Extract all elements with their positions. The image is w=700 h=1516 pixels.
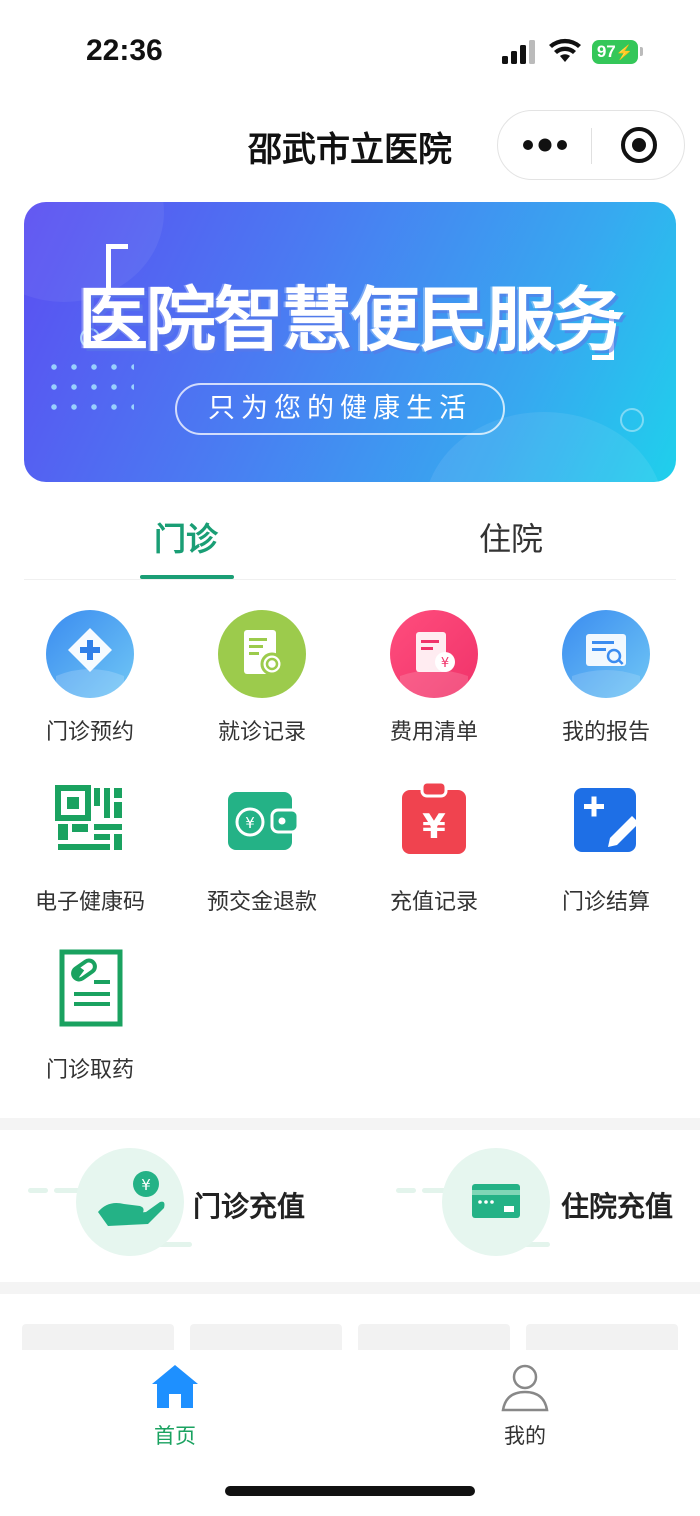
service-prepay-refund[interactable]: ¥ 预交金退款 (176, 780, 348, 930)
report-icon (562, 610, 650, 698)
service-label: 门诊取药 (45, 1058, 134, 1083)
wifi-icon (549, 38, 581, 62)
more-icon[interactable] (498, 111, 592, 179)
mini-program-capsule (497, 110, 685, 180)
service-label: 电子健康码 (34, 890, 145, 915)
tab-indicator (140, 575, 234, 579)
battery-level: 97 (596, 42, 616, 61)
inpatient-recharge-label: 住院充值 (561, 1190, 674, 1223)
tab-outpatient[interactable]: 门诊 (154, 514, 218, 560)
battery-tip (640, 47, 643, 56)
settlement-icon (574, 788, 639, 852)
section-divider (0, 1118, 700, 1130)
outpatient-recharge-label: 门诊充值 (193, 1190, 306, 1223)
service-label: 门诊结算 (561, 890, 650, 915)
inpatient-recharge-card[interactable]: 住院充值 (350, 1140, 700, 1268)
card-icon (396, 1148, 550, 1256)
close-target-icon[interactable] (592, 111, 686, 179)
wallet-icon: ¥ (228, 792, 300, 850)
service-label: 就诊记录 (217, 720, 306, 745)
charging-bolt-icon: ⚡ (615, 44, 634, 60)
outpatient-recharge-card[interactable]: ¥ 门诊充值 (0, 1140, 350, 1268)
service-report[interactable]: 我的报告 (520, 610, 692, 760)
banner-dots (44, 357, 134, 417)
svg-text:¥: ¥ (422, 807, 446, 847)
bill-icon: ¥ (390, 610, 478, 698)
hand-coin-icon: ¥ (28, 1148, 192, 1256)
home-indicator (225, 1486, 475, 1496)
service-bill[interactable]: ¥ 费用清单 (348, 610, 520, 760)
banner-subtitle: 只为您的健康生活 (175, 383, 505, 435)
section-divider (0, 1282, 700, 1294)
user-icon (501, 1364, 549, 1412)
nav-bar: 邵武市立医院 (0, 100, 700, 190)
service-medicine[interactable]: 门诊取药 (4, 948, 176, 1098)
tabbar-label-mine: 我的 (504, 1424, 546, 1448)
service-visit-record[interactable]: 就诊记录 (176, 610, 348, 760)
service-label: 门诊预约 (45, 720, 134, 745)
recharge-record-icon: ¥ (402, 780, 466, 854)
tabbar-item-home[interactable]: 首页 (105, 1362, 245, 1452)
qr-code-icon (55, 785, 122, 850)
service-settlement[interactable]: 门诊结算 (520, 780, 692, 930)
tabbar-label-home: 首页 (154, 1424, 196, 1448)
promo-banner[interactable]: 医院智慧便民服务 只为您的健康生活 (24, 202, 676, 482)
status-bar: 22:36 97⚡ (0, 0, 700, 100)
battery-indicator: 97⚡ (592, 40, 638, 64)
tabbar-item-mine[interactable]: 我的 (455, 1362, 595, 1452)
home-icon (152, 1365, 198, 1408)
signal-icon (502, 40, 535, 64)
service-health-code[interactable]: 电子健康码 (4, 780, 176, 930)
visit-record-icon (218, 610, 306, 698)
svg-text:¥: ¥ (141, 1176, 151, 1194)
appointment-icon (46, 610, 134, 698)
tab-inpatient[interactable]: 住院 (479, 514, 543, 560)
status-time: 22:36 (86, 34, 163, 67)
service-label: 预交金退款 (206, 890, 317, 915)
svg-text:¥: ¥ (245, 814, 255, 832)
svg-text:¥: ¥ (441, 656, 449, 671)
service-label: 我的报告 (561, 720, 650, 745)
service-label: 费用清单 (389, 720, 478, 745)
banner-decoration (620, 408, 644, 432)
service-recharge-record[interactable]: ¥ 充值记录 (348, 780, 520, 930)
service-appointment[interactable]: 门诊预约 (4, 610, 176, 760)
service-tabs: 门诊 住院 (24, 500, 676, 580)
medicine-icon (59, 949, 123, 1027)
service-label: 充值记录 (389, 890, 478, 915)
banner-title: 医院智慧便民服务 (78, 279, 624, 361)
